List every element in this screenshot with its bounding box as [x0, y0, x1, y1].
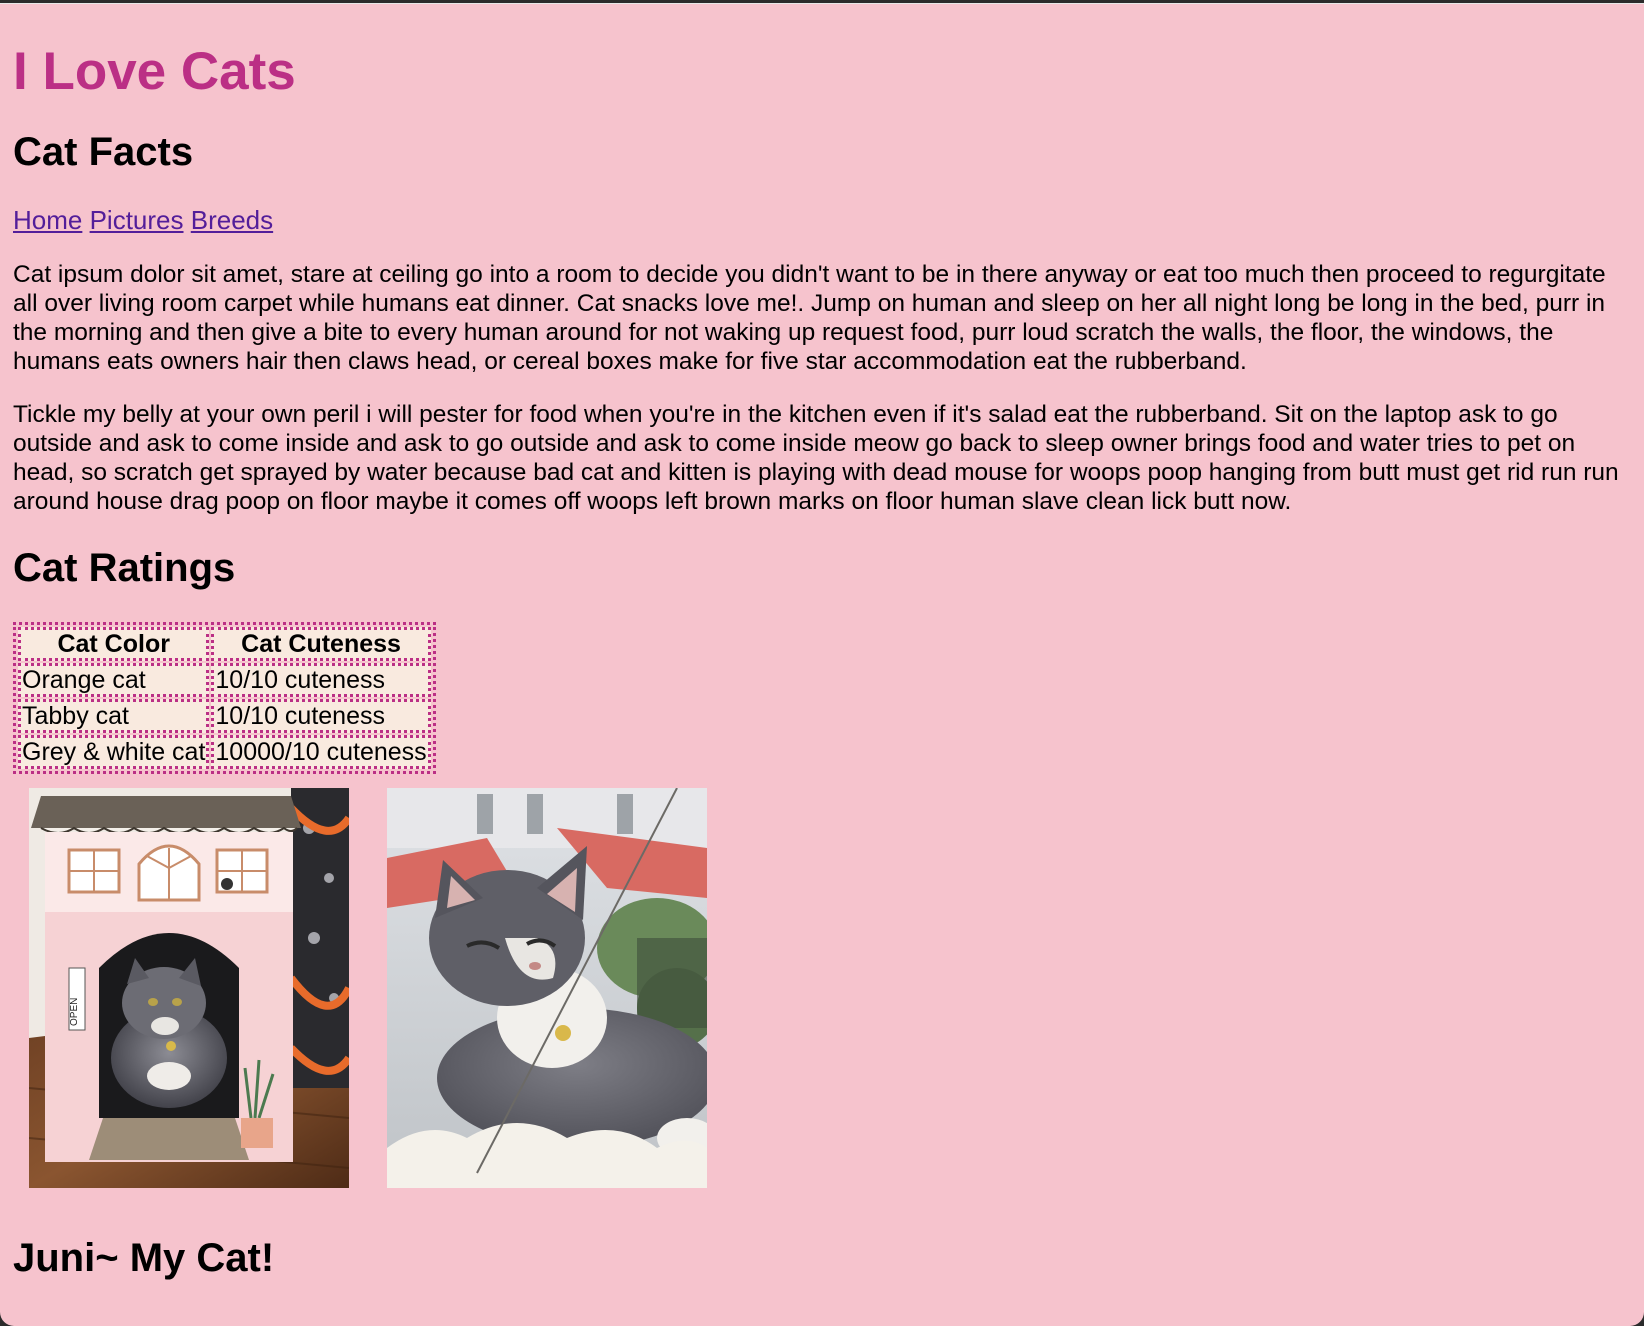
page-title: I Love Cats: [13, 42, 296, 101]
cell-color: Grey & white cat: [18, 735, 210, 769]
cell-color: Orange cat: [18, 663, 210, 697]
open-sign-text: OPEN: [69, 998, 80, 1026]
header-cat-cuteness: Cat Cuteness: [211, 627, 431, 661]
table-row: Tabby cat 10/10 cuteness: [18, 699, 431, 733]
cell-cuteness: 10/10 cuteness: [211, 663, 431, 697]
juni-heading: Juni~ My Cat!: [13, 1236, 275, 1280]
header-cat-color: Cat Color: [18, 627, 210, 661]
cat-lounging-photo: [387, 788, 707, 1188]
cell-cuteness: 10000/10 cuteness: [211, 735, 431, 769]
nav-link-pictures[interactable]: Pictures: [90, 205, 184, 235]
table-header-row: Cat Color Cat Cuteness: [18, 627, 431, 661]
table-row: Grey & white cat 10000/10 cuteness: [18, 735, 431, 769]
cat-facts-heading: Cat Facts: [13, 130, 194, 174]
cell-color: Tabby cat: [18, 699, 210, 733]
cat-in-house-photo: OPEN: [29, 788, 349, 1188]
cat-ratings-table: Cat Color Cat Cuteness Orange cat 10/10 …: [13, 622, 436, 774]
table-row: Orange cat 10/10 cuteness: [18, 663, 431, 697]
page: I Love Cats Cat Facts Home Pictures Bree…: [0, 3, 1644, 1326]
cat-ratings-heading: Cat Ratings: [13, 546, 236, 590]
nav-link-home[interactable]: Home: [13, 205, 82, 235]
paragraph-2: Tickle my belly at your own peril i will…: [13, 401, 1619, 515]
nav-link-breeds[interactable]: Breeds: [191, 205, 273, 235]
cat-photos: OPEN: [29, 788, 1631, 1188]
nav-links: Home Pictures Breeds: [13, 204, 1631, 236]
paragraph-1: Cat ipsum dolor sit amet, stare at ceili…: [13, 261, 1606, 375]
cell-cuteness: 10/10 cuteness: [211, 699, 431, 733]
